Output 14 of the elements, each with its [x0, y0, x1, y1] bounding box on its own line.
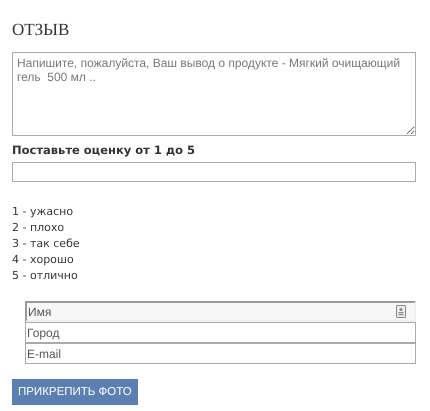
attach-photo-button[interactable]: ПРИКРЕПИТЬ ФОТО: [12, 379, 138, 405]
rating-field[interactable]: [12, 162, 416, 182]
contact-field[interactable]: Имя: [25, 301, 416, 322]
rating-legend-item: 4 - хорошо: [12, 252, 75, 268]
rating-legend-item: 3 - так себе: [12, 236, 81, 252]
contact-field[interactable]: E-mail: [25, 343, 416, 364]
review-field[interactable]: Напишите, пожалуйста, Ваш вывод о продукте - Мягкий очищающий гель 500 мл ..: [12, 52, 416, 136]
contact-field[interactable]: Город: [25, 322, 416, 343]
rating-legend-item: 1 - ужасно: [12, 204, 74, 220]
section-title: ОТЗЫВ: [12, 20, 70, 41]
rating-legend-item: 2 - плохо: [12, 220, 66, 236]
rating-label: Поставьте оценку от 1 до 5: [12, 142, 196, 159]
contact-card-icon: [396, 305, 406, 318]
rating-legend-item: 5 - отлично: [12, 268, 79, 284]
